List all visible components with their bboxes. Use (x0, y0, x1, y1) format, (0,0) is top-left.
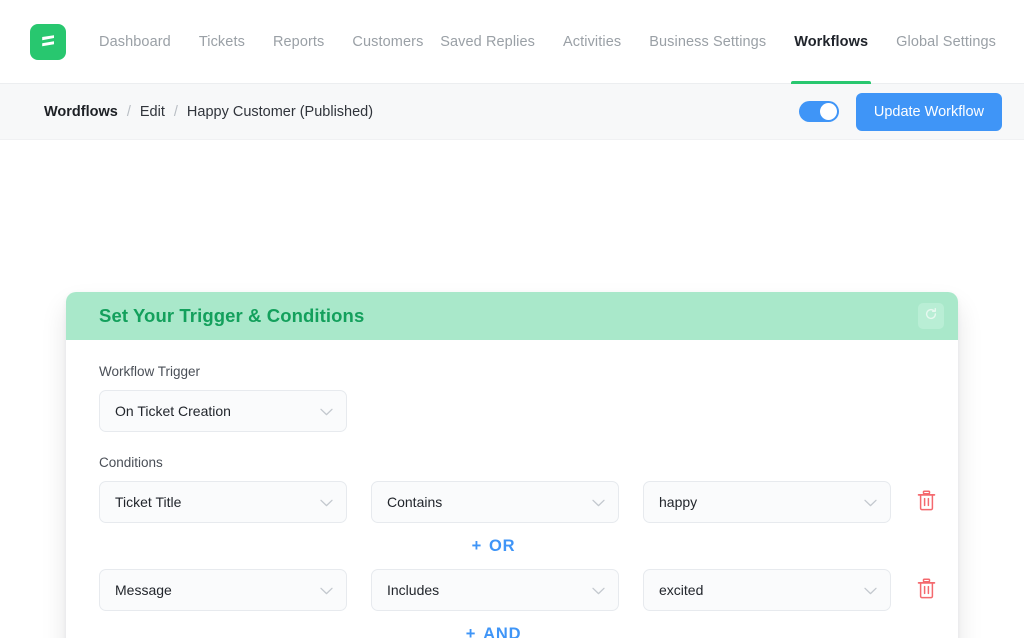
brand-logo[interactable] (30, 23, 66, 60)
condition-field-select[interactable]: Message (99, 569, 347, 611)
main-content: Set Your Trigger & Conditions Workflow T… (0, 140, 1024, 638)
condition-operator-select[interactable]: Includes (371, 569, 619, 611)
condition-value-text: excited (659, 582, 704, 598)
breadcrumb-edit[interactable]: Edit (140, 104, 165, 120)
add-or-condition[interactable]: + OR (99, 523, 888, 569)
joiner-label: OR (489, 537, 516, 555)
update-workflow-button[interactable]: Update Workflow (855, 92, 1002, 131)
chevron-down-icon (320, 403, 333, 419)
top-navigation-bar: Dashboard Tickets Reports Customers Save… (0, 0, 1024, 84)
workflow-enabled-toggle[interactable] (798, 101, 839, 122)
toggle-knob (819, 103, 837, 120)
nav-item-customers[interactable]: Customers (352, 0, 423, 84)
chevron-down-icon (864, 582, 877, 598)
nav-label: Tickets (198, 33, 245, 50)
add-and-condition[interactable]: + AND (99, 611, 888, 638)
breadcrumb-actions: Update Workflow (798, 92, 1002, 131)
refresh-button[interactable] (918, 303, 944, 329)
condition-value-text: happy (659, 494, 698, 510)
chevron-down-icon (864, 494, 877, 510)
condition-row: Message Includes excited (99, 569, 936, 611)
nav-item-business-settings[interactable]: Business Settings (649, 0, 766, 84)
card-header: Set Your Trigger & Conditions (66, 292, 958, 340)
nav-item-saved-replies[interactable]: Saved Replies (440, 0, 535, 84)
breadcrumb-root[interactable]: Wordflows (44, 104, 118, 120)
condition-field-value: Ticket Title (115, 494, 182, 510)
nav-item-activities[interactable]: Activities (563, 0, 621, 84)
primary-nav-left: Dashboard Tickets Reports Customers (99, 0, 423, 84)
breadcrumb-separator: / (126, 103, 131, 120)
condition-operator-select[interactable]: Contains (371, 481, 619, 523)
nav-label: Saved Replies (440, 33, 536, 50)
breadcrumb: Wordflows / Edit / Happy Customer (Publi… (44, 104, 373, 120)
nav-item-tickets[interactable]: Tickets (199, 0, 245, 84)
condition-field-value: Message (115, 582, 172, 598)
nav-label: Dashboard (99, 33, 171, 50)
refresh-icon (924, 307, 938, 326)
trash-icon (917, 578, 936, 602)
flow-logo-icon (38, 32, 58, 52)
chevron-down-icon (320, 494, 333, 510)
condition-operator-value: Includes (387, 582, 440, 598)
nav-item-reports[interactable]: Reports (273, 0, 324, 84)
nav-item-workflows[interactable]: Workflows (791, 0, 872, 84)
condition-value-select[interactable]: happy (643, 481, 891, 523)
condition-operator-value: Contains (387, 494, 443, 510)
delete-condition-button[interactable] (917, 488, 936, 516)
trash-icon (917, 490, 936, 514)
breadcrumb-current: Happy Customer (Published) (186, 103, 374, 120)
nav-item-dashboard[interactable]: Dashboard (99, 0, 171, 84)
condition-field-select[interactable]: Ticket Title (99, 481, 347, 523)
nav-item-global-settings[interactable]: Global Settings (896, 0, 996, 84)
plus-icon: + (465, 625, 477, 638)
nav-label: Global Settings (896, 33, 996, 50)
chevron-down-icon (592, 582, 605, 598)
breadcrumb-bar: Wordflows / Edit / Happy Customer (Publi… (0, 84, 1024, 140)
card-title: Set Your Trigger & Conditions (99, 305, 365, 326)
condition-value-select[interactable]: excited (643, 569, 891, 611)
nav-label: Activities (563, 33, 622, 50)
conditions-label: Conditions (99, 455, 163, 470)
workflow-trigger-select[interactable]: On Ticket Creation (99, 390, 347, 432)
primary-nav-right: Saved Replies Activities Business Settin… (440, 0, 996, 84)
nav-label: Customers (352, 33, 424, 50)
breadcrumb-separator: / (173, 103, 178, 120)
plus-icon: + (471, 537, 483, 555)
card-body: Workflow Trigger On Ticket Creation Cond… (66, 340, 958, 638)
nav-label: Business Settings (649, 33, 767, 50)
chevron-down-icon (320, 582, 333, 598)
condition-row: Ticket Title Contains happy (99, 481, 936, 523)
chevron-down-icon (592, 494, 605, 510)
trigger-conditions-card: Set Your Trigger & Conditions Workflow T… (66, 292, 958, 638)
nav-label: Workflows (794, 33, 869, 50)
joiner-label: AND (483, 625, 522, 638)
app-window: Dashboard Tickets Reports Customers Save… (0, 0, 1024, 638)
delete-condition-button[interactable] (917, 576, 936, 604)
workflow-trigger-value: On Ticket Creation (115, 403, 231, 419)
nav-label: Reports (272, 33, 325, 50)
workflow-trigger-label: Workflow Trigger (99, 364, 201, 379)
